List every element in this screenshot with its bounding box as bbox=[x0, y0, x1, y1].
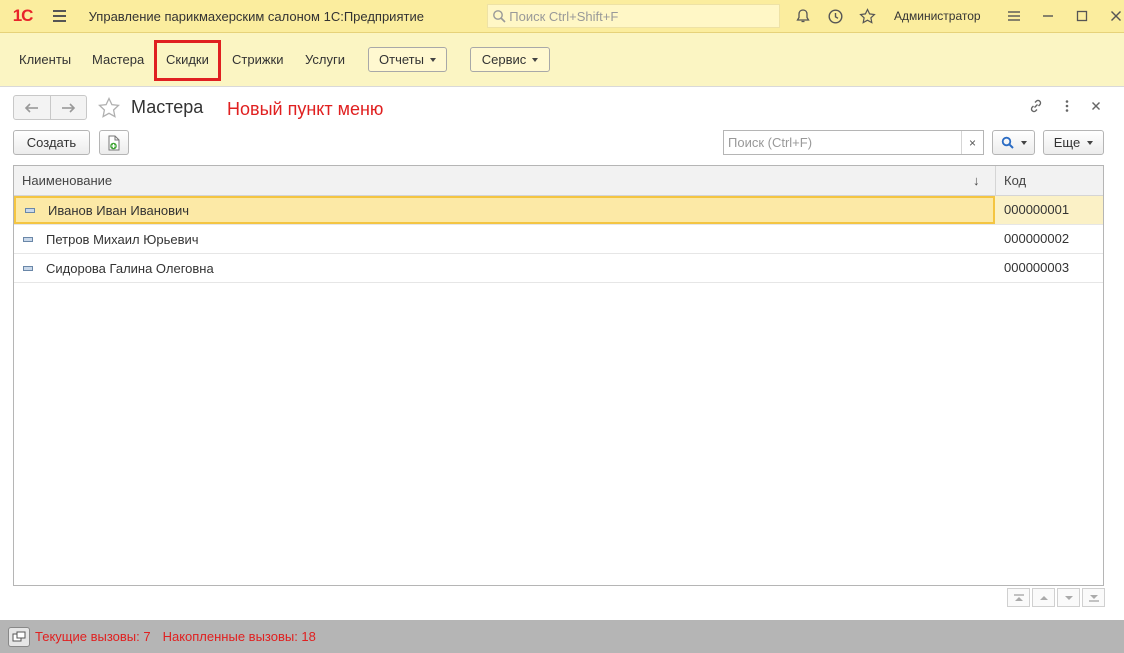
catalog-item-icon bbox=[23, 236, 33, 242]
current-user[interactable]: Администратор bbox=[894, 9, 1006, 23]
row-name: Петров Михаил Юрьевич bbox=[46, 231, 199, 247]
arrow-right-icon bbox=[62, 102, 76, 113]
service-menu-label: Сервис bbox=[481, 52, 527, 67]
section-clients[interactable]: Клиенты bbox=[19, 33, 71, 87]
annotation-label: Новый пункт меню bbox=[227, 99, 384, 119]
row-code: 000000001 bbox=[1004, 202, 1070, 217]
reports-menu-label: Отчеты bbox=[379, 52, 424, 67]
link-icon[interactable] bbox=[1028, 98, 1044, 114]
column-divider[interactable] bbox=[995, 166, 996, 196]
section-discounts-highlight bbox=[154, 40, 221, 81]
service-menu-button[interactable]: Сервис bbox=[470, 47, 550, 72]
create-copy-button[interactable] bbox=[99, 130, 129, 155]
reports-menu-button[interactable]: Отчеты bbox=[368, 47, 447, 72]
search-options-button[interactable] bbox=[992, 130, 1035, 155]
add-document-icon bbox=[108, 135, 120, 150]
name-cell[interactable]: Петров Михаил Юрьевич bbox=[14, 225, 995, 253]
name-cell[interactable]: Сидорова Галина Олеговна bbox=[14, 254, 995, 282]
name-cell[interactable]: Иванов Иван Иванович bbox=[14, 196, 995, 224]
sections-panel: Клиенты Мастера Скидки Стрижки Услуги От… bbox=[0, 33, 1124, 87]
minimize-icon[interactable] bbox=[1040, 8, 1056, 24]
favorites-star-icon[interactable] bbox=[858, 7, 876, 25]
row-code: 000000003 bbox=[1004, 260, 1070, 275]
title-bar: 1С Управление парикмахерским салоном 1С:… bbox=[0, 0, 1124, 33]
first-page-icon bbox=[1013, 593, 1024, 601]
chevron-down-icon bbox=[429, 57, 436, 62]
more-vertical-icon[interactable] bbox=[1059, 98, 1075, 114]
app-title: Управление парикмахерским салоном 1С:Пре… bbox=[88, 8, 424, 24]
column-header-name[interactable]: Наименование bbox=[22, 166, 112, 196]
table-header: Наименование ↓ Код bbox=[14, 166, 1103, 196]
more-actions-button[interactable]: Еще bbox=[1043, 130, 1104, 155]
add-to-favorites-star-icon[interactable] bbox=[97, 96, 121, 120]
section-haircuts[interactable]: Стрижки bbox=[232, 33, 283, 87]
status-bar: Текущие вызовы: 7 Накопленные вызовы: 18 bbox=[0, 620, 1124, 653]
find-field: × bbox=[723, 130, 984, 155]
column-header-code[interactable]: Код bbox=[1004, 166, 1026, 196]
create-button[interactable]: Создать bbox=[13, 130, 90, 155]
row-name: Сидорова Галина Олеговна bbox=[46, 260, 214, 276]
history-icon[interactable] bbox=[826, 7, 844, 25]
chevron-down-icon bbox=[1020, 140, 1027, 145]
form-title: Мастера bbox=[131, 97, 204, 117]
settings-menu-icon[interactable] bbox=[1006, 8, 1022, 24]
app-logo[interactable]: 1С bbox=[0, 6, 45, 26]
maximize-icon[interactable] bbox=[1074, 8, 1090, 24]
row-name: Иванов Иван Иванович bbox=[48, 202, 190, 218]
triangle-up-icon bbox=[1039, 595, 1048, 600]
chevron-down-icon bbox=[532, 57, 539, 62]
chevron-down-icon bbox=[1087, 140, 1094, 145]
global-search-input[interactable]: Поиск Ctrl+Shift+F bbox=[487, 4, 780, 28]
table-row[interactable]: Петров Михаил Юрьевич 000000002 bbox=[14, 225, 1103, 254]
clear-search-button[interactable]: × bbox=[961, 131, 983, 154]
arrow-left-icon bbox=[24, 102, 38, 113]
scroll-to-first-button[interactable] bbox=[1007, 588, 1030, 607]
masters-table: Наименование ↓ Код Иванов Иван Иванович … bbox=[13, 165, 1104, 586]
global-search-placeholder: Поиск Ctrl+Shift+F bbox=[509, 8, 619, 24]
row-code: 000000002 bbox=[1004, 231, 1070, 246]
current-calls: Текущие вызовы: 7 bbox=[35, 629, 151, 644]
back-button[interactable] bbox=[14, 96, 50, 119]
forward-button[interactable] bbox=[49, 96, 87, 119]
close-window-icon[interactable] bbox=[1108, 8, 1124, 24]
triangle-down-icon bbox=[1064, 595, 1073, 600]
last-page-icon bbox=[1088, 594, 1099, 602]
main-menu-icon[interactable] bbox=[45, 10, 74, 22]
scroll-to-last-button[interactable] bbox=[1082, 588, 1105, 607]
catalog-item-icon bbox=[25, 207, 35, 213]
search-icon bbox=[493, 10, 506, 23]
table-row[interactable]: Сидорова Галина Олеговна 000000003 bbox=[14, 254, 1103, 283]
accumulated-calls: Накопленные вызовы: 18 bbox=[162, 629, 316, 644]
section-services[interactable]: Услуги bbox=[305, 33, 345, 87]
scroll-down-button[interactable] bbox=[1057, 588, 1080, 607]
catalog-item-icon bbox=[23, 265, 33, 271]
find-input[interactable] bbox=[724, 131, 961, 154]
close-form-icon[interactable] bbox=[1088, 98, 1104, 114]
more-actions-label: Еще bbox=[1053, 135, 1081, 150]
sort-arrow-icon: ↓ bbox=[973, 173, 980, 188]
navigation-buttons bbox=[13, 95, 87, 120]
notifications-bell-icon[interactable] bbox=[794, 7, 812, 25]
search-icon bbox=[1001, 136, 1014, 149]
section-masters[interactable]: Мастера bbox=[92, 33, 144, 87]
table-row[interactable]: Иванов Иван Иванович 000000001 bbox=[14, 196, 1103, 225]
windows-panel-icon[interactable] bbox=[8, 626, 30, 647]
scroll-up-button[interactable] bbox=[1032, 588, 1055, 607]
